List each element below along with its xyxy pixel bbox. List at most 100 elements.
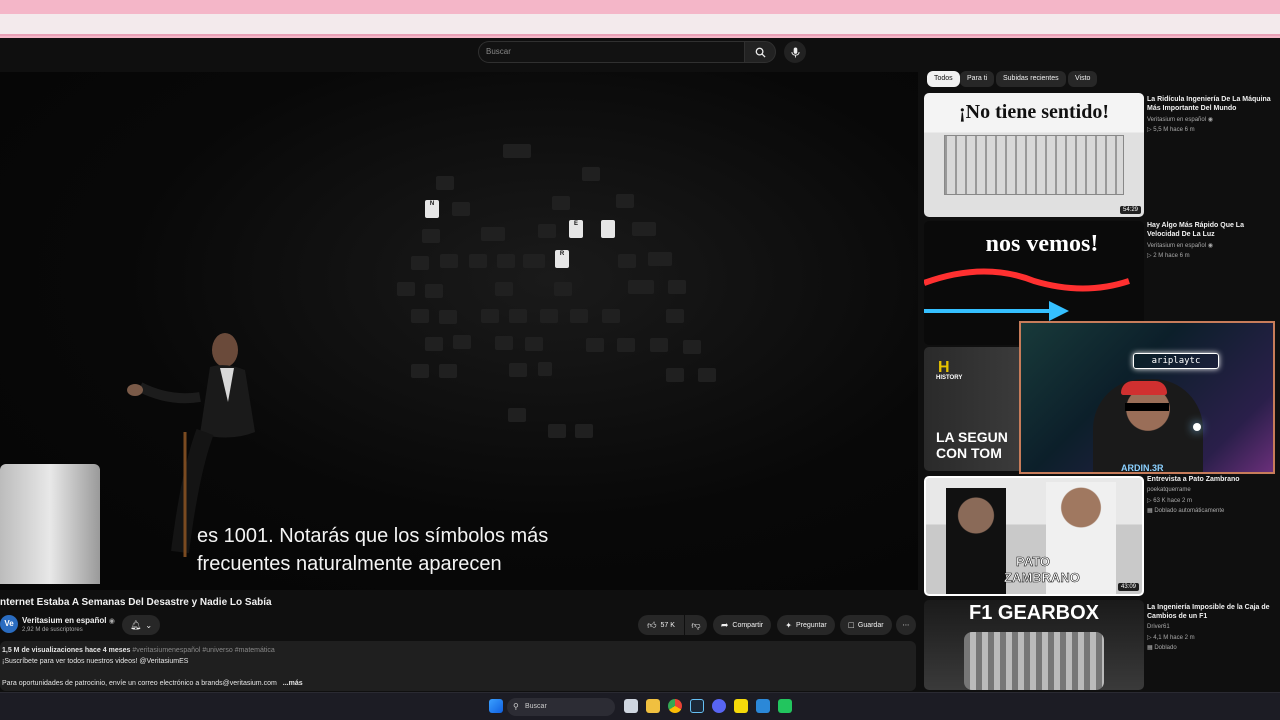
save-label: Guardar — [857, 621, 884, 629]
description-line: ¡Suscríbete para ver todos nuestros vide… — [2, 658, 189, 665]
discord-icon[interactable] — [712, 699, 726, 713]
verified-icon: ◉ — [1207, 243, 1213, 249]
chip-for-you[interactable]: Para ti — [960, 71, 995, 87]
video-title[interactable]: La Ridícula Ingeniería De La Máquina Más… — [1147, 95, 1275, 113]
video-channel-text: Veritasium en español — [1147, 243, 1207, 249]
thumbnail-text: F1 GEARBOX — [968, 602, 1100, 624]
subscriber-count: 2,92 M de suscriptores — [22, 627, 83, 633]
start-icon[interactable] — [489, 699, 503, 713]
graph-node — [422, 229, 440, 243]
thumbs-down-icon: 👎︎ — [691, 619, 701, 630]
webcam-overlay: ariplaytc ARDIN.3R — [1019, 321, 1275, 474]
hashtags[interactable]: #veritasiumenespañol #universo #matemáti… — [132, 647, 274, 654]
graph-node — [469, 254, 487, 268]
chip-watched[interactable]: Visto — [1068, 71, 1098, 87]
graph-node — [425, 337, 443, 351]
steam-icon[interactable] — [690, 699, 704, 713]
graph-node — [425, 284, 443, 298]
graph-node — [523, 254, 545, 268]
app-icon[interactable] — [756, 699, 770, 713]
description-line: Para oportunidades de patrocinio, envíe … — [2, 680, 914, 691]
graph-node — [666, 368, 684, 382]
video-title[interactable]: Hay Algo Más Rápido Que La Velocidad De … — [1147, 221, 1275, 239]
like-button[interactable]: 👍︎ 57 K — [638, 615, 684, 635]
video-title[interactable]: Entrevista a Pato Zambrano — [1147, 475, 1275, 484]
graph-node — [602, 309, 620, 323]
notes-icon[interactable] — [734, 699, 748, 713]
graph-node — [616, 194, 634, 208]
dislike-button[interactable]: 👎︎ — [685, 615, 707, 635]
share-button[interactable]: ➦ Compartir — [713, 615, 771, 635]
taskbar-search[interactable]: ⚲ Buscar — [507, 698, 615, 716]
browser-toolbar — [0, 14, 1280, 36]
search-input[interactable]: Buscar — [478, 41, 744, 63]
graph-node — [632, 222, 656, 236]
graph-node — [586, 338, 604, 352]
graph-node — [628, 280, 654, 294]
play-icon: ▷ — [1147, 635, 1152, 641]
video-thumbnail[interactable]: ¡No tiene sentido! 54:29 — [924, 93, 1144, 217]
thumbnail-text: ¡No tiene sentido! — [959, 101, 1109, 123]
gearbox-illustration — [964, 632, 1104, 690]
graph-node — [648, 252, 672, 266]
chip-recent-uploads[interactable]: Subidas recientes — [996, 71, 1066, 87]
dubbed-icon: ▦ — [1147, 508, 1153, 514]
graph-node — [508, 408, 526, 422]
graph-node — [495, 282, 513, 296]
video-title[interactable]: La Ingeniería Imposible de la Caja de Ca… — [1147, 603, 1275, 621]
save-button[interactable]: □ Guardar — [840, 615, 892, 635]
graph-node — [525, 337, 543, 351]
graph-node — [698, 368, 716, 382]
app-icon[interactable] — [778, 699, 792, 713]
graph-node — [548, 424, 566, 438]
search-button[interactable] — [744, 41, 776, 63]
task-view-icon[interactable] — [624, 699, 638, 713]
microphone-icon — [790, 47, 800, 57]
shirt-text: ARDIN.3R — [1121, 463, 1164, 473]
channel-name[interactable]: Veritasium en español ◉ — [22, 616, 115, 625]
graph-node — [617, 338, 635, 352]
channel-avatar[interactable]: Ve — [0, 615, 18, 633]
graph-node — [411, 309, 429, 323]
ask-button[interactable]: ✦ Preguntar — [777, 615, 835, 635]
video-thumbnail[interactable]: PATO ZAMBRANO 43:09 — [924, 476, 1144, 596]
ask-label: Preguntar — [795, 621, 827, 629]
person-left — [946, 488, 1006, 594]
yt-header: Buscar — [0, 38, 1280, 70]
graph-node — [540, 309, 558, 323]
graph-node — [481, 309, 499, 323]
voice-search-button[interactable] — [784, 41, 806, 63]
video-player[interactable]: N E R es 1001. Notarás que los símbolos … — [0, 72, 918, 590]
video-channel-text: Veritasium en español — [1147, 117, 1207, 123]
machine-illustration — [944, 135, 1124, 195]
graph-node-highlighted: N — [425, 200, 439, 218]
dubbed-badge-text: Doblado — [1154, 645, 1177, 651]
show-more-link[interactable]: ...más — [283, 680, 303, 687]
verified-icon: ◉ — [108, 618, 115, 625]
pixel-sunglasses — [1125, 403, 1169, 411]
notifications-button[interactable]: 🔔︎ ⌄ — [122, 615, 160, 635]
description-box[interactable]: 1,5 M de visualizaciones hace 4 meses #v… — [0, 641, 916, 691]
video-channel[interactable]: poekatquerrame — [1147, 487, 1191, 493]
subtitle-line-2: frecuentes naturalmente aparecen — [197, 553, 502, 575]
thumbs-up-icon: 👍︎ — [647, 619, 657, 630]
thumbnail-text: ZAMBRANO — [1004, 570, 1080, 586]
video-thumbnail[interactable]: F1 GEARBOX — [924, 600, 1144, 690]
video-channel[interactable]: Veritasium en español ◉ — [1147, 116, 1213, 123]
file-explorer-icon[interactable] — [646, 699, 660, 713]
play-icon: ▷ — [1147, 498, 1152, 504]
graph-node — [552, 196, 570, 210]
video-title: nternet Estaba A Semanas Del Desastre y … — [0, 597, 272, 608]
graph-node — [452, 202, 470, 216]
more-actions-button[interactable]: ⋯ — [896, 615, 916, 635]
chip-all[interactable]: Todos — [927, 71, 960, 87]
video-meta: ▷ 63 K hace 2 m — [1147, 497, 1192, 504]
thumbnail-text: CON TOM — [936, 445, 1002, 461]
chrome-icon[interactable] — [668, 699, 682, 713]
thumbnail-text: LA SEGUN — [936, 429, 1008, 445]
graph-node — [668, 280, 686, 294]
channel-name-text: Veritasium en español — [22, 616, 107, 625]
video-meta-text: 2 M hace 6 m — [1153, 253, 1190, 259]
video-channel[interactable]: Veritasium en español ◉ — [1147, 242, 1213, 249]
video-channel[interactable]: Driver61 — [1147, 624, 1170, 630]
